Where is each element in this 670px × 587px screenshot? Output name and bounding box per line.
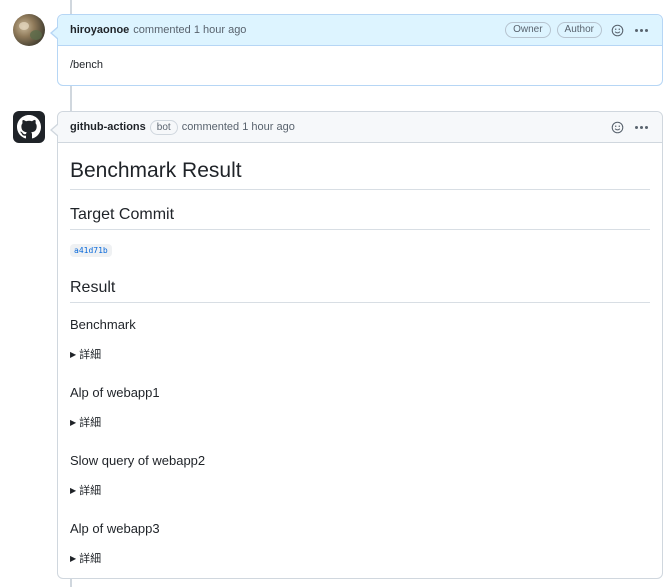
kebab-horizontal-icon[interactable]	[632, 125, 650, 129]
details-toggle[interactable]: ▶ 詳細	[70, 414, 650, 430]
target-commit-heading: Target Commit	[70, 206, 650, 230]
comment-header: hiroyaonoe commented 1 hour ago Owner Au…	[58, 15, 662, 46]
github-mark-icon[interactable]	[13, 111, 45, 143]
smiley-icon[interactable]	[608, 118, 626, 136]
comment-body: Benchmark Result Target Commit a41d71b R…	[58, 143, 662, 587]
result-heading: Result	[70, 279, 650, 303]
details-toggle[interactable]: ▶ 詳細	[70, 550, 650, 566]
comment-text: /bench	[70, 59, 104, 71]
section-title: Alp of webapp1	[70, 385, 160, 400]
comment-timestamp[interactable]: commented 1 hour ago	[182, 121, 295, 133]
details-toggle[interactable]: ▶ 詳細	[70, 346, 650, 362]
owner-badge: Owner	[505, 22, 551, 38]
avatar[interactable]	[13, 14, 45, 46]
smiley-icon[interactable]	[608, 21, 626, 39]
kebab-horizontal-icon[interactable]	[632, 28, 650, 32]
comment-author[interactable]: hiroyaonoe	[70, 24, 129, 36]
details-toggle[interactable]: ▶ 詳細	[70, 482, 650, 498]
comment-bot: github-actions bot commented 1 hour ago …	[50, 111, 663, 579]
author-badge: Author	[556, 22, 602, 38]
commit-link[interactable]: a41d71b	[70, 244, 112, 257]
details-label: 詳細	[79, 349, 102, 361]
section-title: Alp of webapp3	[70, 521, 160, 536]
comment-timestamp[interactable]: commented 1 hour ago	[133, 24, 246, 36]
comment-author[interactable]: github-actions	[70, 121, 146, 133]
details-label: 詳細	[79, 417, 102, 429]
result-title: Benchmark Result	[70, 155, 650, 190]
comment-header: github-actions bot commented 1 hour ago	[58, 112, 662, 143]
details-label: 詳細	[79, 485, 102, 497]
section-title: Benchmark	[70, 317, 136, 332]
triangle-right-icon: ▶	[70, 485, 77, 495]
triangle-right-icon: ▶	[70, 349, 77, 359]
section-title: Slow query of webapp2	[70, 453, 206, 468]
bot-badge: bot	[149, 119, 178, 135]
comment-owner: hiroyaonoe commented 1 hour ago Owner Au…	[50, 14, 663, 86]
triangle-right-icon: ▶	[70, 417, 77, 427]
comment-body: /bench	[58, 46, 662, 83]
triangle-right-icon: ▶	[70, 553, 77, 563]
details-label: 詳細	[79, 553, 102, 565]
